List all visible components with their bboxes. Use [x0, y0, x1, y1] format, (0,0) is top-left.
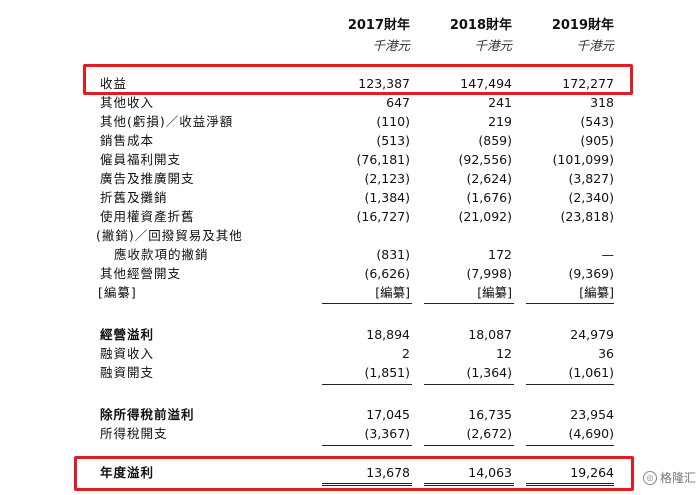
cell-finance-income-2018: 12 — [496, 346, 512, 361]
highlight-box-revenue — [83, 64, 633, 95]
highlight-box-profit-for-year — [74, 456, 634, 491]
header-year-2019: 2019財年 — [551, 18, 614, 33]
cell-operating-profit-2019: 24,979 — [570, 327, 614, 342]
cell-operating-profit-2018: 18,087 — [468, 327, 512, 342]
watermark-text: 格隆汇 — [659, 471, 696, 485]
row-label-finance-income: 融資收入 — [100, 346, 155, 361]
cell-pbt-2017: 17,045 — [366, 407, 410, 422]
cell-finance-costs-2018: (1,364) — [466, 365, 512, 380]
cell-income-tax-2019: (4,690) — [568, 426, 614, 441]
cell-employee-benefits-2018: (92,556) — [458, 152, 513, 167]
cell-depreciation-2017: (1,384) — [364, 190, 410, 205]
header-year-2018: 2018財年 — [449, 18, 512, 33]
row-label-redacted: [編纂] — [98, 285, 137, 300]
row-label-advertising: 廣告及推廣開支 — [100, 171, 195, 186]
pretax-rule-2019 — [526, 384, 614, 385]
row-label-other-losses-gains: 其他(虧損)／收益淨額 — [100, 114, 234, 129]
cell-redacted-2018: [編纂] — [477, 285, 512, 300]
cell-cost-of-sales-2019: (905) — [580, 133, 614, 148]
cell-rou-depreciation-2017: (16,727) — [356, 209, 411, 224]
subtotal-rule-2017 — [322, 303, 412, 304]
cell-rou-depreciation-2019: (23,818) — [560, 209, 615, 224]
row-label-employee-benefits: 僱員福利開支 — [100, 152, 182, 167]
cell-operating-profit-2017: 18,894 — [366, 327, 410, 342]
row-label-other-operating-expenses: 其他經營開支 — [100, 266, 182, 281]
cell-writeoff-2018: 172 — [488, 247, 512, 262]
cell-advertising-2017: (2,123) — [364, 171, 410, 186]
row-label-income-tax: 所得稅開支 — [100, 426, 168, 441]
row-label-profit-before-tax: 除所得稅前溢利 — [100, 407, 195, 422]
subtotal-rule-2018 — [424, 303, 514, 304]
watermark-logo-icon: ◎ — [642, 470, 657, 485]
cell-cost-of-sales-2017: (513) — [376, 133, 410, 148]
cell-employee-benefits-2019: (101,099) — [552, 152, 614, 167]
cell-pbt-2018: 16,735 — [468, 407, 512, 422]
net-rule-2018 — [424, 445, 514, 446]
row-label-finance-costs: 融資開支 — [100, 365, 155, 380]
cell-rou-depreciation-2018: (21,092) — [458, 209, 513, 224]
cell-writeoff-2019: — — [601, 247, 615, 262]
cell-other-income-2018: 241 — [488, 95, 512, 110]
cell-other-losses-2019: (543) — [580, 114, 614, 129]
row-label-writeoff-line1: (撇銷)／回撥貿易及其他 — [96, 228, 243, 243]
financial-statement: 2017財年 2018財年 2019財年 千港元 千港元 千港元 收益 123,… — [0, 0, 700, 495]
row-label-depreciation-amortization: 折舊及攤銷 — [100, 190, 168, 205]
cell-finance-costs-2017: (1,851) — [364, 365, 410, 380]
cell-other-opex-2017: (6,626) — [364, 266, 410, 281]
cell-cost-of-sales-2018: (859) — [478, 133, 512, 148]
cell-depreciation-2018: (1,676) — [466, 190, 512, 205]
row-label-other-income: 其他收入 — [100, 95, 155, 110]
cell-other-income-2019: 318 — [590, 95, 614, 110]
pretax-rule-2018 — [424, 384, 514, 385]
net-rule-2019 — [526, 445, 614, 446]
row-label-cost-of-sales: 銷售成本 — [100, 133, 155, 148]
row-label-operating-profit: 經營溢利 — [100, 327, 155, 342]
cell-depreciation-2019: (2,340) — [568, 190, 614, 205]
cell-finance-income-2019: 36 — [598, 346, 614, 361]
cell-other-opex-2019: (9,369) — [568, 266, 614, 281]
cell-advertising-2019: (3,827) — [568, 171, 614, 186]
cell-finance-costs-2019: (1,061) — [568, 365, 614, 380]
header-year-2017: 2017財年 — [347, 18, 410, 33]
cell-other-losses-2018: 219 — [488, 114, 512, 129]
cell-other-income-2017: 647 — [386, 95, 410, 110]
net-rule-2017 — [322, 445, 412, 446]
cell-redacted-2017: [編纂] — [375, 285, 410, 300]
subtotal-rule-2019 — [526, 303, 614, 304]
header-unit-2019: 千港元 — [576, 38, 614, 53]
cell-income-tax-2018: (2,672) — [466, 426, 512, 441]
cell-other-losses-2017: (110) — [376, 114, 410, 129]
cell-pbt-2019: 23,954 — [570, 407, 614, 422]
row-label-rou-depreciation: 使用權資產折舊 — [100, 209, 195, 224]
header-unit-2017: 千港元 — [372, 38, 410, 53]
cell-income-tax-2017: (3,367) — [364, 426, 410, 441]
header-unit-2018: 千港元 — [474, 38, 512, 53]
row-label-writeoff-line2: 應收款項的撇銷 — [114, 247, 209, 262]
cell-redacted-2019: [編纂] — [579, 285, 614, 300]
cell-employee-benefits-2017: (76,181) — [356, 152, 411, 167]
cell-finance-income-2017: 2 — [402, 346, 410, 361]
cell-advertising-2018: (2,624) — [466, 171, 512, 186]
pretax-rule-2017 — [322, 384, 412, 385]
cell-other-opex-2018: (7,998) — [466, 266, 512, 281]
cell-writeoff-2017: (831) — [376, 247, 410, 262]
watermark: ◎ 格隆汇 — [642, 469, 696, 486]
